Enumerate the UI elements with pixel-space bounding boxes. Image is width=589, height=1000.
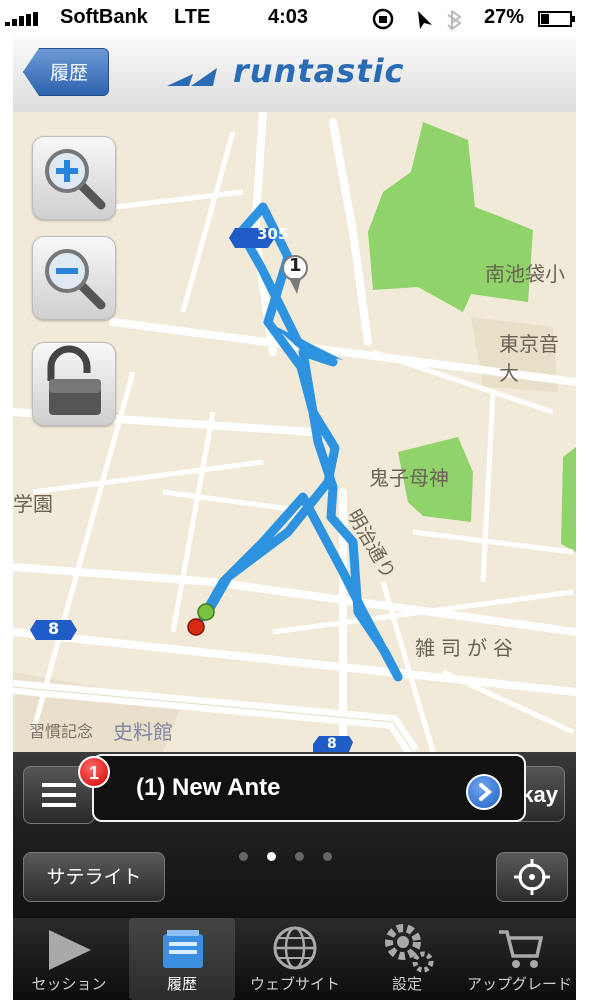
clock: 4:03 — [268, 6, 309, 28]
map-label-kishimojin: 鬼子母神 — [369, 466, 449, 490]
globe-icon — [273, 926, 317, 970]
chevron-right-icon — [479, 783, 493, 801]
bluetooth-icon — [447, 10, 462, 31]
route-8-label-bottom: 8 — [327, 736, 337, 752]
tab-label: ウェブサイト — [249, 975, 340, 993]
map-label-gakuen: 学園 — [13, 492, 53, 516]
gear-icon — [385, 924, 434, 973]
page-indicator — [239, 852, 339, 862]
zoom-in-icon — [45, 149, 106, 210]
navigation-bar: 履歴 runtastic — [13, 36, 576, 113]
map-label-overlap: 習慣記念 — [29, 722, 94, 741]
notification-banner[interactable]: (1) New Ante — [92, 754, 526, 822]
tab-label: 設定 — [391, 975, 422, 993]
map-view[interactable]: 305 8 8 1 南池袋小 東京音大 鬼子母神 学園 明治通り 雑司が谷 習慣… — [13, 112, 576, 752]
map-label-minami-ikebukuro: 南池袋小 — [485, 262, 565, 286]
logo-mark-icon — [167, 68, 217, 86]
rotation-lock-icon — [372, 8, 394, 30]
tab-label: セッション — [31, 975, 107, 993]
tab-label: アップグレード — [466, 975, 572, 993]
start-point-marker — [197, 603, 215, 621]
back-button[interactable]: 履歴 — [23, 48, 109, 96]
satellite-button[interactable]: サテライト — [23, 852, 165, 902]
tab-settings[interactable]: 設定 — [353, 918, 461, 1000]
end-point-marker — [187, 618, 205, 636]
notification-badge: 1 — [78, 756, 110, 788]
tab-website[interactable]: ウェブサイト — [239, 918, 351, 1000]
map-label-zoshigaya: 雑司が谷 — [415, 636, 519, 660]
crosshair-icon — [514, 859, 550, 895]
status-bar: SoftBank LTE 4:03 27% — [0, 0, 589, 36]
play-icon — [49, 930, 91, 970]
tab-history[interactable]: 履歴 — [129, 918, 235, 1000]
signal-icon — [5, 12, 38, 26]
map-label-tokyo-ongaku: 東京音大 — [499, 332, 559, 385]
map-label-shiryokan: 史料館 — [113, 720, 173, 744]
zoom-in-button[interactable] — [32, 136, 116, 220]
battery-percent: 27% — [484, 6, 525, 28]
tab-session[interactable]: セッション — [13, 918, 125, 1000]
status-icons — [372, 8, 462, 31]
shopping-cart-icon — [499, 930, 544, 968]
carrier-name: SoftBank — [60, 6, 148, 28]
runtastic-logo: runtastic — [163, 52, 405, 96]
km-marker-label: 1 — [289, 255, 302, 276]
tab-label: 履歴 — [166, 975, 197, 993]
location-arrow-icon — [418, 11, 432, 29]
logo-text: runtastic — [233, 52, 405, 90]
network-type: LTE — [174, 6, 211, 28]
route-8-label: 8 — [48, 619, 60, 638]
tab-upgrade[interactable]: アップグレード — [463, 918, 576, 1000]
tab-bar: セッション 履歴 ウェブサイト 設定 アップグレード — [13, 918, 576, 1000]
route-305-label: 305 — [257, 225, 289, 243]
map-lock-button[interactable] — [32, 342, 116, 426]
locate-me-button[interactable] — [496, 852, 568, 902]
battery-icon — [538, 11, 575, 27]
inbox-icon — [163, 930, 203, 968]
notification-detail-button[interactable] — [466, 774, 502, 810]
notification-text: (1) New Ante — [136, 774, 281, 801]
unlock-icon — [47, 345, 101, 415]
zoom-out-button[interactable] — [32, 236, 116, 320]
zoom-out-icon — [45, 249, 106, 310]
park-area — [561, 447, 576, 552]
